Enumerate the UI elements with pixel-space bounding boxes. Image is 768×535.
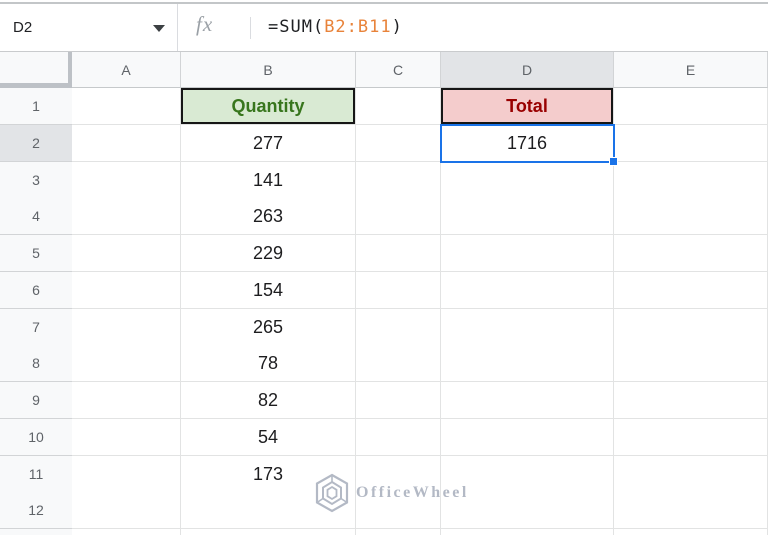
cell-E8[interactable] — [614, 345, 768, 382]
cell-B7[interactable]: 265 — [181, 309, 356, 346]
cell-A10[interactable] — [72, 419, 181, 456]
cell-A1[interactable] — [72, 88, 181, 125]
row-header-10[interactable]: 10 — [0, 419, 73, 456]
cell-A9[interactable] — [72, 382, 181, 419]
row-header-2[interactable]: 2 — [0, 125, 73, 162]
cell-B13[interactable] — [181, 529, 356, 535]
cell-C1[interactable] — [356, 88, 441, 125]
cell-B6[interactable]: 154 — [181, 272, 356, 309]
cell-D1[interactable]: Total — [441, 88, 614, 125]
cell-D10[interactable] — [441, 419, 614, 456]
formula-prefix: =SUM( — [268, 17, 325, 37]
cell-A8[interactable] — [72, 345, 181, 382]
row-header-5[interactable]: 5 — [0, 235, 73, 272]
cell-E7[interactable] — [614, 309, 768, 346]
cell-A2[interactable] — [72, 125, 181, 162]
cell-A3[interactable] — [72, 162, 181, 199]
row-header-4[interactable]: 4 — [0, 198, 73, 235]
row-header-12[interactable]: 12 — [0, 492, 73, 529]
column-header-C[interactable]: C — [356, 52, 441, 88]
cell-C6[interactable] — [356, 272, 441, 309]
cell-C11[interactable] — [356, 456, 441, 493]
cell-D11[interactable] — [441, 456, 614, 493]
name-box[interactable]: D2 — [0, 4, 177, 51]
cell-E4[interactable] — [614, 198, 768, 235]
cell-E11[interactable] — [614, 456, 768, 493]
fill-handle[interactable] — [609, 157, 618, 166]
formula-bar-divider-2 — [250, 17, 251, 39]
row-header-9[interactable]: 9 — [0, 382, 73, 419]
row-header-13[interactable] — [0, 529, 73, 535]
cell-E12[interactable] — [614, 492, 768, 529]
cell-B3[interactable]: 141 — [181, 162, 356, 199]
cell-A5[interactable] — [72, 235, 181, 272]
row-header-11[interactable]: 11 — [0, 456, 73, 493]
name-box-value: D2 — [13, 19, 33, 36]
cell-A7[interactable] — [72, 309, 181, 346]
cell-B2[interactable]: 277 — [181, 125, 356, 162]
cell-B12[interactable] — [181, 492, 356, 529]
chevron-down-icon[interactable] — [153, 25, 165, 32]
cell-E1[interactable] — [614, 88, 768, 125]
formula-bar-divider — [177, 4, 178, 51]
cell-A13[interactable] — [72, 529, 181, 535]
cell-C8[interactable] — [356, 345, 441, 382]
column-header-E[interactable]: E — [614, 52, 768, 88]
row-header-7[interactable]: 7 — [0, 309, 73, 346]
row-header-1[interactable]: 1 — [0, 88, 73, 125]
cell-C10[interactable] — [356, 419, 441, 456]
google-sheets-window: D2 fx =SUM(B2:B11) A B C D E 1 Quantity Total 2 2… — [0, 0, 768, 535]
cell-E13[interactable] — [614, 529, 768, 535]
column-header-D[interactable]: D — [441, 52, 614, 88]
cell-E3[interactable] — [614, 162, 768, 199]
cell-A11[interactable] — [72, 456, 181, 493]
cell-B9[interactable]: 82 — [181, 382, 356, 419]
column-header-B[interactable]: B — [181, 52, 356, 88]
cell-D13[interactable] — [441, 529, 614, 535]
cell-D2[interactable]: 1716 — [441, 125, 614, 162]
formula-input[interactable]: =SUM(B2:B11) — [268, 4, 403, 51]
formula-range: B2:B11 — [324, 17, 392, 37]
cell-E2[interactable] — [614, 125, 768, 162]
spreadsheet-grid: A B C D E 1 Quantity Total 2 277 1716 3 141 4 263 5 229 6… — [0, 52, 768, 535]
cell-C2[interactable] — [356, 125, 441, 162]
cell-B4[interactable]: 263 — [181, 198, 356, 235]
select-all-corner[interactable] — [0, 52, 73, 88]
cell-D3[interactable] — [441, 162, 614, 199]
cell-E5[interactable] — [614, 235, 768, 272]
row-header-6[interactable]: 6 — [0, 272, 73, 309]
cell-C9[interactable] — [356, 382, 441, 419]
cell-E10[interactable] — [614, 419, 768, 456]
formula-bar: D2 fx =SUM(B2:B11) — [0, 4, 768, 52]
cell-B8[interactable]: 78 — [181, 345, 356, 382]
cell-A4[interactable] — [72, 198, 181, 235]
fx-icon: fx — [196, 12, 214, 36]
cell-A6[interactable] — [72, 272, 181, 309]
cell-A12[interactable] — [72, 492, 181, 529]
cell-C12[interactable] — [356, 492, 441, 529]
cell-C4[interactable] — [356, 198, 441, 235]
cell-D9[interactable] — [441, 382, 614, 419]
cell-D5[interactable] — [441, 235, 614, 272]
cell-C3[interactable] — [356, 162, 441, 199]
cell-B1[interactable]: Quantity — [181, 88, 356, 125]
row-header-3[interactable]: 3 — [0, 162, 73, 199]
cell-C7[interactable] — [356, 309, 441, 346]
formula-suffix: ) — [391, 17, 403, 37]
cell-B11[interactable]: 173 — [181, 456, 356, 493]
column-header-A[interactable]: A — [72, 52, 181, 88]
cell-E6[interactable] — [614, 272, 768, 309]
cell-D12[interactable] — [441, 492, 614, 529]
cell-D6[interactable] — [441, 272, 614, 309]
cell-C5[interactable] — [356, 235, 441, 272]
cell-E9[interactable] — [614, 382, 768, 419]
cell-B5[interactable]: 229 — [181, 235, 356, 272]
cell-D7[interactable] — [441, 309, 614, 346]
cell-D8[interactable] — [441, 345, 614, 382]
cell-B10[interactable]: 54 — [181, 419, 356, 456]
cell-C13[interactable] — [356, 529, 441, 535]
cell-D4[interactable] — [441, 198, 614, 235]
row-header-8[interactable]: 8 — [0, 345, 73, 382]
